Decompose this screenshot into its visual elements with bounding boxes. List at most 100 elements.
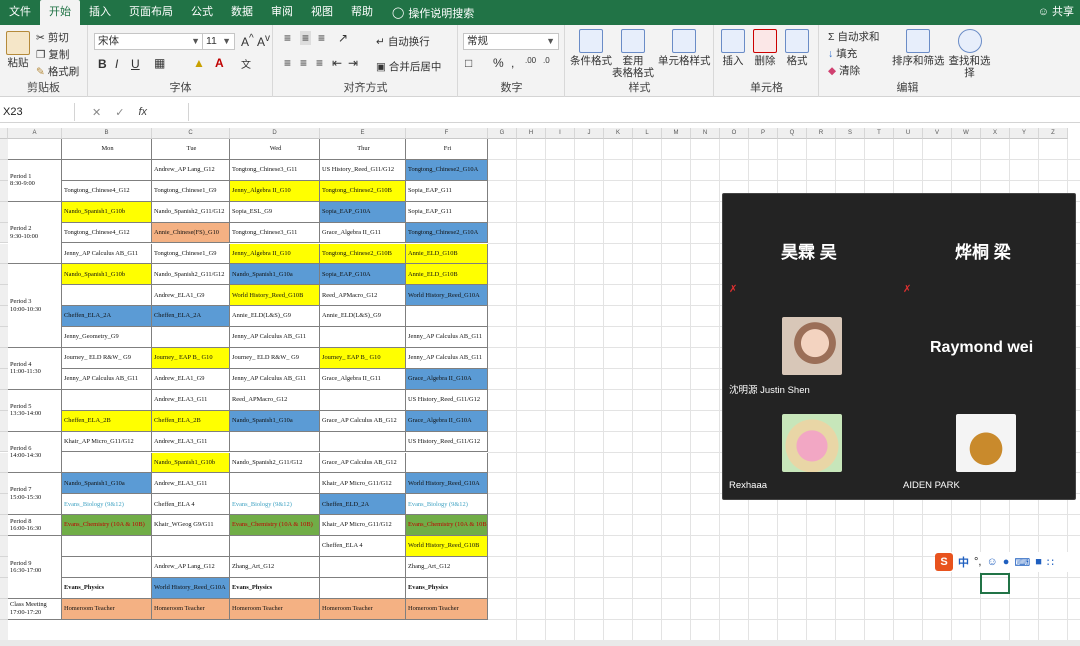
class-cell[interactable]: Homeroom Teacher xyxy=(320,598,406,620)
class-cell[interactable]: Sopia_EAP_G11 xyxy=(406,201,488,223)
class-cell[interactable] xyxy=(62,285,152,307)
column-header[interactable]: P xyxy=(749,128,778,139)
mic-icon[interactable]: ● xyxy=(1003,556,1010,568)
find-select-button[interactable]: 查找和选择 xyxy=(944,29,995,79)
class-cell[interactable]: World History_Reed_G10A xyxy=(406,473,488,495)
percent-button[interactable]: % xyxy=(493,56,504,70)
class-cell[interactable]: Annie_ELD(L&S)_G9 xyxy=(320,306,406,328)
align-right-icon[interactable]: ≡ xyxy=(316,56,323,70)
class-cell[interactable]: Tongtong_Chinese2_G10A xyxy=(406,159,488,181)
column-header[interactable]: V xyxy=(923,128,952,139)
class-cell[interactable]: Andrew_AP Lang_G12 xyxy=(152,159,230,181)
column-header[interactable]: C xyxy=(152,128,230,139)
column-header[interactable]: M xyxy=(662,128,691,139)
ime-punct[interactable]: °, xyxy=(974,556,981,568)
class-cell[interactable]: World History_Reed_G10B xyxy=(230,285,320,307)
class-cell[interactable]: Sopia_EAP_G10A xyxy=(320,201,406,223)
select-all-corner[interactable] xyxy=(0,128,8,139)
class-cell[interactable]: Cheffen_ELA 4 xyxy=(320,536,406,557)
format-as-table-button[interactable]: 套用 表格格式 xyxy=(612,29,654,79)
row-header[interactable] xyxy=(0,327,8,348)
row-header[interactable] xyxy=(0,494,8,516)
bold-button[interactable]: B xyxy=(98,57,107,71)
row-header[interactable] xyxy=(0,243,8,265)
formula-input[interactable] xyxy=(188,103,1080,121)
grid-icon[interactable]: ∷ xyxy=(1047,556,1054,569)
column-header[interactable]: Q xyxy=(778,128,807,139)
class-cell[interactable]: Cheffen_ELA_2B xyxy=(152,410,230,432)
shrink-font-button[interactable]: Av xyxy=(257,33,270,49)
sheet-tab-bar[interactable] xyxy=(0,640,1080,646)
confirm-icon[interactable]: ✓ xyxy=(115,106,124,119)
borders-icon[interactable]: ▦ xyxy=(154,56,165,70)
tab-0[interactable]: 文件 xyxy=(0,0,40,25)
class-cell[interactable]: Homeroom Teacher xyxy=(152,598,230,620)
column-header[interactable]: J xyxy=(575,128,604,139)
font-size-combo[interactable]: 11 ▼ xyxy=(202,33,235,50)
class-cell[interactable]: Sopia_ESL_G9 xyxy=(230,201,320,223)
column-header[interactable]: O xyxy=(720,128,749,139)
cell-styles-button[interactable]: 单元格样式 xyxy=(658,29,711,67)
copy-button[interactable]: ❐ 复制 xyxy=(36,47,69,62)
number-format-combo[interactable]: 常规 ▼ xyxy=(463,33,559,50)
class-cell[interactable] xyxy=(406,306,488,328)
sogou-logo-icon[interactable]: S xyxy=(935,553,953,571)
column-header[interactable]: I xyxy=(546,128,575,139)
row-header[interactable] xyxy=(0,410,8,432)
column-header[interactable]: A xyxy=(8,128,62,139)
font-name-combo[interactable]: 宋体 ▼ xyxy=(94,33,204,50)
fill-color-icon[interactable]: ▲ xyxy=(193,56,205,70)
wrap-text-button[interactable]: ↵ 自动换行 xyxy=(376,34,430,49)
grow-font-button[interactable]: A^ xyxy=(241,33,254,49)
class-cell[interactable]: Tongtong_Chinese3_G11 xyxy=(230,222,320,244)
class-cell[interactable] xyxy=(152,536,230,557)
column-header[interactable]: L xyxy=(633,128,662,139)
class-cell[interactable] xyxy=(320,557,406,578)
row-header[interactable] xyxy=(0,368,8,390)
class-cell[interactable]: Journey_ ELD R&W_ G9 xyxy=(62,348,152,369)
class-cell[interactable]: Grace_AP Calculus AB_G12 xyxy=(320,452,406,474)
class-cell[interactable]: Annie_Chinese(FS)_G10 xyxy=(152,222,230,244)
column-header[interactable]: D xyxy=(230,128,320,139)
class-cell[interactable]: Nando_Spanish1_G10b xyxy=(152,452,230,474)
class-cell[interactable]: Evans_Chemistry (10A & 10B) xyxy=(230,515,320,537)
class-cell[interactable]: Nando_Spanish1_G10a xyxy=(230,264,320,286)
class-cell[interactable] xyxy=(152,327,230,348)
class-cell[interactable]: US History_Reed_G11/G12 xyxy=(406,389,488,411)
row-header[interactable] xyxy=(0,557,8,578)
class-cell[interactable]: Reed_APMacro_G12 xyxy=(230,389,320,411)
align-middle-icon[interactable]: ≡ xyxy=(300,31,312,45)
column-header[interactable]: K xyxy=(604,128,633,139)
class-cell[interactable]: Sopia_EAP_G10A xyxy=(320,264,406,286)
align-left-icon[interactable]: ≡ xyxy=(284,56,291,70)
class-cell[interactable]: Grace_Algebra II_G11 xyxy=(320,222,406,244)
class-cell[interactable]: Cheffen_ELA_2A xyxy=(62,306,152,328)
tell-me[interactable]: ◯ 操作说明搜索 xyxy=(382,5,474,21)
class-cell[interactable]: Khair_AP Micro_G11/G12 xyxy=(320,515,406,537)
emoji-icon[interactable]: ☺ xyxy=(986,556,997,568)
column-header[interactable]: Z xyxy=(1039,128,1068,139)
class-cell[interactable]: Jenny_AP Calculus AB_G11 xyxy=(230,368,320,390)
cut-button[interactable]: ✂ 剪切 xyxy=(36,30,69,45)
class-cell[interactable] xyxy=(62,452,152,474)
class-cell[interactable]: Annie_ELD_G10B xyxy=(406,264,488,286)
class-cell[interactable]: Grace_AP Calculus AB_G12 xyxy=(320,410,406,432)
class-cell[interactable] xyxy=(62,557,152,578)
class-cell[interactable]: Jenny_AP Calculus AB_G11 xyxy=(230,327,320,348)
class-cell[interactable]: World History_Reed_G10A xyxy=(152,577,230,599)
class-cell[interactable]: World History_Reed_G10B xyxy=(406,536,488,557)
merge-center-button[interactable]: ▣ 合并后居中 xyxy=(376,59,441,74)
class-cell[interactable]: Andrew_ELA3_G11 xyxy=(152,431,230,453)
orientation-icon[interactable]: ↗ xyxy=(338,31,348,45)
class-cell[interactable]: Grace_Algebra II_G11 xyxy=(320,368,406,390)
class-cell[interactable]: Cheffen_ELA 4 xyxy=(152,494,230,516)
share-button[interactable]: ☺ 共享 xyxy=(1038,0,1074,25)
clear-button[interactable]: ◆ 清除 xyxy=(828,63,860,78)
column-header[interactable]: S xyxy=(836,128,865,139)
class-cell[interactable]: Journey_ EAP B_ G10 xyxy=(320,348,406,369)
row-header[interactable] xyxy=(0,389,8,411)
class-cell[interactable]: Evans_Chemistry (10A & 10B) xyxy=(62,515,152,537)
class-cell[interactable]: Cheffen_ELA_2A xyxy=(152,306,230,328)
class-cell[interactable]: Homeroom Teacher xyxy=(406,598,488,620)
tab-3[interactable]: 页面布局 xyxy=(120,0,182,25)
